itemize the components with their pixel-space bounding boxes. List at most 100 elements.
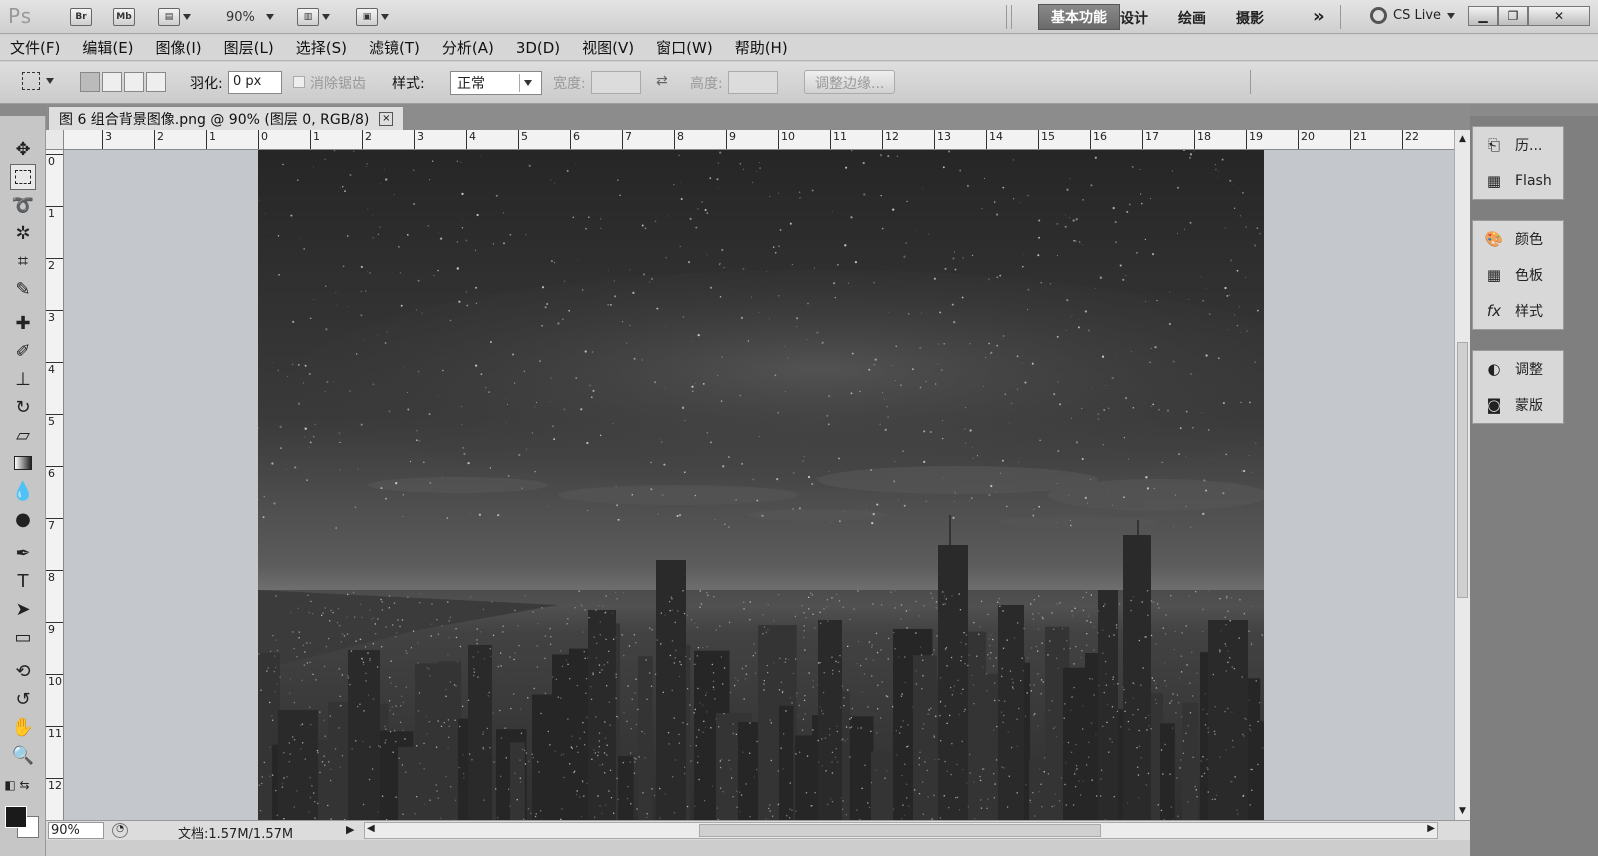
menu-select[interactable]: 选择(S) bbox=[296, 37, 347, 58]
ruler-tick-label: 1 bbox=[46, 206, 63, 220]
menu-file[interactable]: 文件(F) bbox=[10, 37, 60, 58]
ruler-tick-label: 0 bbox=[46, 154, 63, 168]
ruler-tick-label: 6 bbox=[46, 466, 63, 480]
chevron-down-icon bbox=[183, 14, 191, 20]
document-image[interactable] bbox=[258, 150, 1264, 820]
gradient-tool-icon[interactable] bbox=[10, 450, 36, 476]
menu-edit[interactable]: 编辑(E) bbox=[82, 37, 133, 58]
history-brush-tool-icon[interactable]: ↻ bbox=[10, 394, 36, 420]
panel-masks[interactable]: ◙ 蒙版 bbox=[1473, 387, 1563, 423]
magic-wand-tool-icon[interactable]: ✲ bbox=[10, 220, 36, 246]
add-to-selection-icon[interactable] bbox=[102, 72, 122, 92]
ruler-tick-label: 8 bbox=[674, 130, 684, 149]
toolbar-collapse-bar[interactable] bbox=[0, 104, 46, 116]
eyedropper-tool-icon[interactable]: ✎ bbox=[10, 276, 36, 302]
screen-mode-button[interactable]: ▣ bbox=[356, 7, 389, 27]
workspace-design[interactable]: 设计 bbox=[1120, 8, 1148, 28]
new-selection-icon[interactable] bbox=[80, 72, 100, 92]
panel-flash[interactable]: ▦ Flash bbox=[1473, 163, 1563, 199]
eraser-tool-icon[interactable]: ▱ bbox=[10, 422, 36, 448]
rectangular-marquee-tool-icon[interactable] bbox=[10, 164, 36, 190]
view-extras-button[interactable]: ▤ bbox=[158, 7, 191, 27]
restore-button[interactable]: ❐ bbox=[1498, 6, 1528, 26]
vertical-ruler[interactable]: 0 1 2 3 4 5 6 7 8 9 10 11 12 bbox=[46, 150, 64, 820]
lasso-tool-icon[interactable]: ➰ bbox=[10, 192, 36, 218]
mini-bridge-button[interactable]: Mb bbox=[113, 7, 135, 27]
height-input[interactable] bbox=[728, 71, 778, 94]
move-tool-icon[interactable]: ✥ bbox=[10, 136, 36, 162]
intersect-selection-icon[interactable] bbox=[146, 72, 166, 92]
panel-styles[interactable]: fx 样式 bbox=[1473, 293, 1563, 329]
zoom-level-dropdown[interactable]: 90% bbox=[226, 7, 274, 27]
path-selection-tool-icon[interactable]: ➤ bbox=[10, 596, 36, 622]
style-select[interactable]: 正常 bbox=[450, 71, 542, 95]
swap-icon[interactable]: ⇄ bbox=[656, 73, 668, 89]
crop-tool-icon[interactable]: ⌗ bbox=[10, 248, 36, 274]
minimize-button[interactable]: ▁ bbox=[1468, 6, 1498, 26]
scroll-down-arrow-icon[interactable]: ▼ bbox=[1457, 804, 1468, 818]
status-zoom-field[interactable]: 90% bbox=[48, 822, 104, 839]
rectangle-tool-icon[interactable]: ▭ bbox=[10, 624, 36, 650]
workspace-photography[interactable]: 摄影 bbox=[1236, 8, 1264, 28]
tool-preset-picker[interactable] bbox=[22, 72, 54, 90]
menu-layer[interactable]: 图层(L) bbox=[224, 37, 274, 58]
panel-history[interactable]: ⎗ 历... bbox=[1473, 127, 1563, 163]
hand-tool-icon[interactable]: ✋ bbox=[10, 714, 36, 740]
panel-label: 颜色 bbox=[1515, 232, 1543, 248]
scroll-up-arrow-icon[interactable]: ▲ bbox=[1457, 132, 1468, 146]
healing-brush-tool-icon[interactable]: ✚ bbox=[10, 310, 36, 336]
feather-input[interactable]: 0 px bbox=[228, 71, 282, 94]
panel-adjustments[interactable]: ◐ 调整 bbox=[1473, 351, 1563, 387]
menu-3d[interactable]: 3D(D) bbox=[516, 39, 560, 57]
menu-view[interactable]: 视图(V) bbox=[582, 37, 634, 58]
scroll-right-arrow-icon[interactable]: ▶ bbox=[1427, 823, 1435, 834]
foreground-color-swatch[interactable] bbox=[5, 806, 27, 828]
3d-rotate-tool-icon[interactable]: ⟲ bbox=[10, 658, 36, 684]
menu-window[interactable]: 窗口(W) bbox=[656, 37, 713, 58]
ruler-tick-label: 9 bbox=[46, 622, 63, 636]
horizontal-scroll-thumb[interactable] bbox=[699, 824, 1101, 837]
bridge-button[interactable]: Br bbox=[70, 7, 92, 27]
zoom-tool-icon[interactable]: 🔍 bbox=[10, 742, 36, 768]
vertical-scroll-thumb[interactable] bbox=[1457, 342, 1468, 598]
horizontal-scrollbar[interactable]: ◀ ▶ bbox=[364, 822, 1438, 839]
width-input[interactable] bbox=[591, 71, 641, 94]
clone-stamp-tool-icon[interactable]: ⊥ bbox=[10, 366, 36, 392]
default-colors-icon[interactable]: ◧ ⇆ bbox=[4, 772, 30, 798]
blur-tool-icon[interactable]: 💧 bbox=[10, 478, 36, 504]
panel-swatches[interactable]: ▦ 色板 bbox=[1473, 257, 1563, 293]
more-workspaces-button[interactable]: » bbox=[1313, 6, 1325, 27]
menu-help[interactable]: 帮助(H) bbox=[735, 37, 788, 58]
canvas-area[interactable] bbox=[64, 150, 1454, 820]
type-tool-icon[interactable]: T bbox=[10, 568, 36, 594]
vertical-scrollbar[interactable]: ▲ ▼ bbox=[1454, 130, 1470, 820]
workspace-painting[interactable]: 绘画 bbox=[1178, 8, 1206, 28]
ruler-tick-label: 3 bbox=[46, 310, 63, 324]
close-button[interactable]: ✕ bbox=[1528, 6, 1590, 26]
cs-live-button[interactable]: CS Live bbox=[1370, 7, 1456, 24]
close-tab-icon[interactable]: × bbox=[379, 111, 394, 126]
document-tab[interactable]: 图 6 组合背景图像.png @ 90% (图层 0, RGB/8) × bbox=[48, 106, 405, 130]
menu-analysis[interactable]: 分析(A) bbox=[442, 37, 494, 58]
menu-filter[interactable]: 滤镜(T) bbox=[369, 37, 420, 58]
status-menu-arrow-icon[interactable]: ▶ bbox=[346, 823, 354, 836]
panel-dock-collapse-bar[interactable] bbox=[1470, 104, 1598, 116]
workspace-essentials[interactable]: 基本功能 bbox=[1038, 4, 1120, 30]
menu-image[interactable]: 图像(I) bbox=[156, 37, 202, 58]
refine-edge-button[interactable]: 调整边缘... bbox=[804, 70, 896, 94]
horizontal-ruler[interactable]: 3 2 1 0 1 2 3 4 5 6 7 8 9 10 11 12 13 14 15 16 17 18 19 20 21 22 bbox=[64, 130, 1454, 150]
dodge-tool-icon[interactable]: ● bbox=[10, 506, 36, 532]
bridge-icon: Br bbox=[70, 8, 92, 26]
subtract-from-selection-icon[interactable] bbox=[124, 72, 144, 92]
antialias-checkbox[interactable] bbox=[293, 76, 305, 88]
ruler-origin[interactable] bbox=[46, 130, 64, 150]
photoshop-logo: Ps bbox=[8, 4, 33, 28]
3d-orbit-tool-icon[interactable]: ↺ bbox=[10, 686, 36, 712]
panel-color[interactable]: 🎨 颜色 bbox=[1473, 221, 1563, 257]
arrange-documents-button[interactable]: ▥ bbox=[297, 7, 330, 27]
scroll-left-arrow-icon[interactable]: ◀ bbox=[367, 823, 375, 834]
brush-tool-icon[interactable]: ✐ bbox=[10, 338, 36, 364]
pen-tool-icon[interactable]: ✒ bbox=[10, 540, 36, 566]
flash-icon: ▦ bbox=[1486, 172, 1502, 190]
status-options-icon[interactable]: ◔ bbox=[112, 823, 128, 838]
